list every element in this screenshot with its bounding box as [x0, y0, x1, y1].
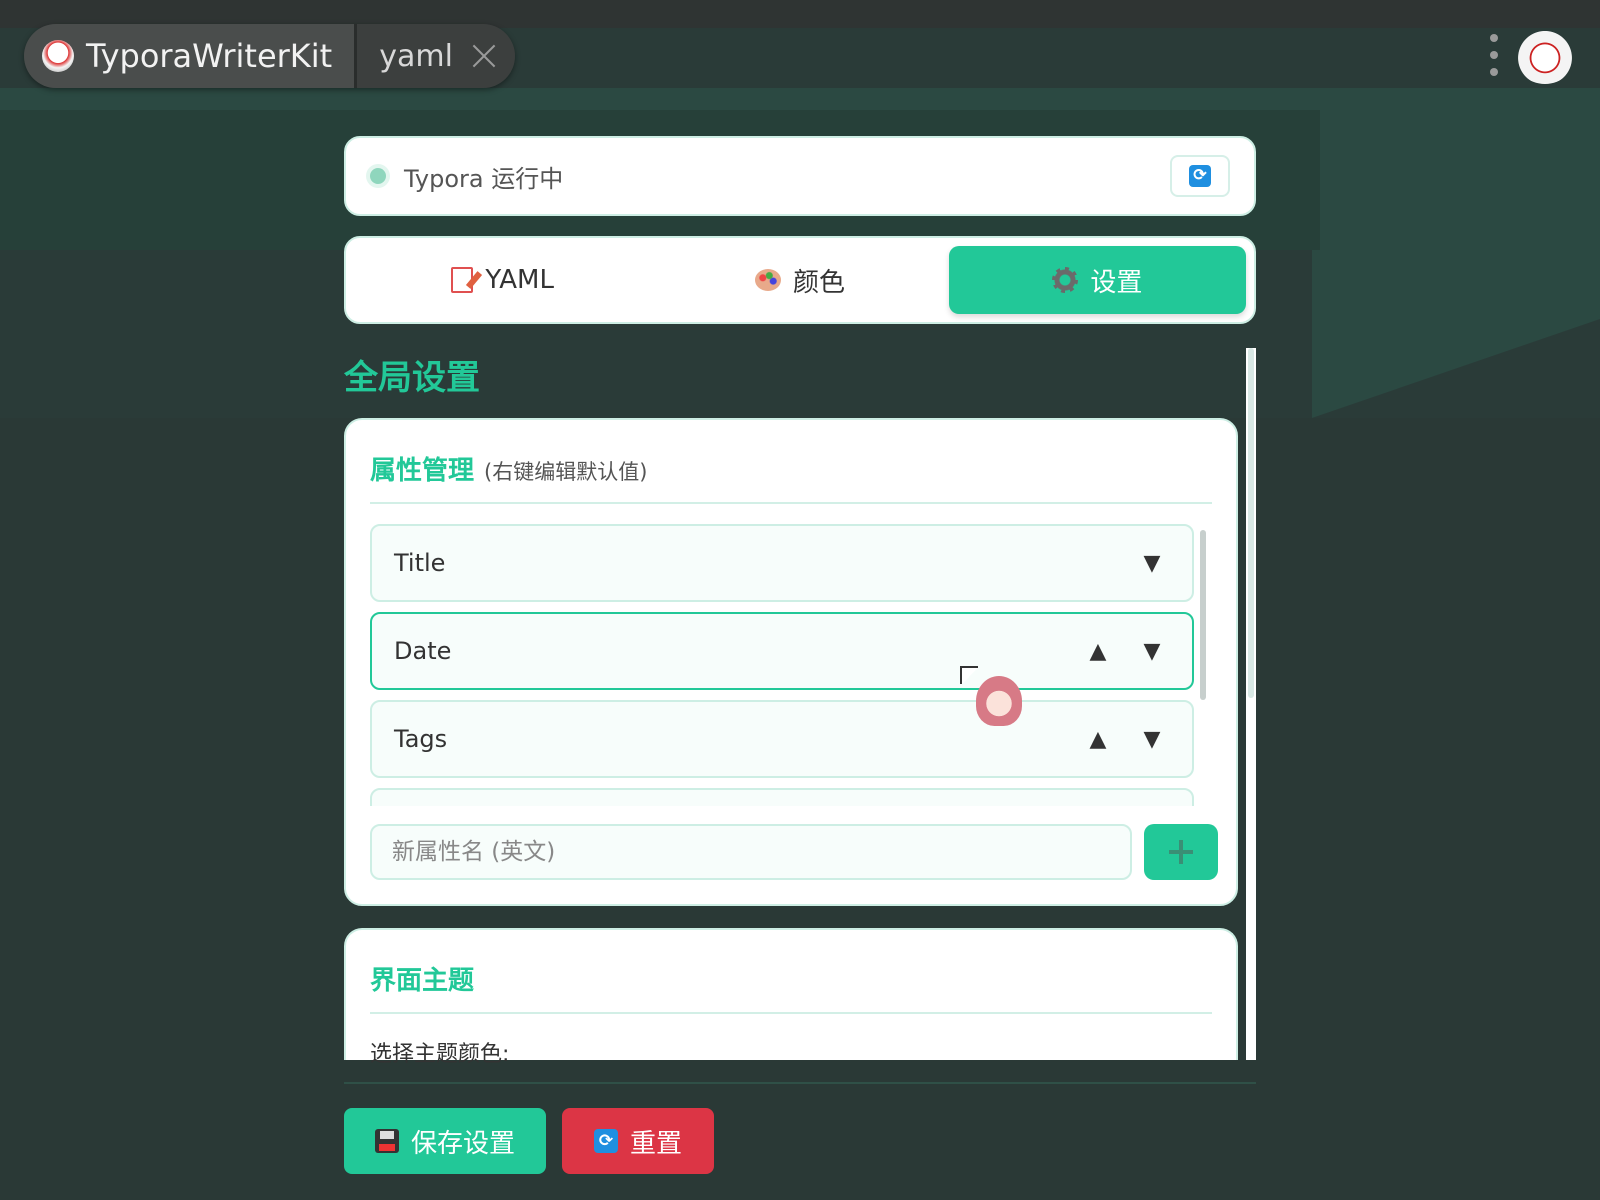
refresh-icon: ⟳	[593, 1129, 618, 1153]
status-card: Typora 运行中 ⟳	[344, 136, 1256, 216]
tab-settings[interactable]: 设置	[948, 246, 1246, 314]
property-name: Date	[394, 637, 452, 665]
document-tab[interactable]: yaml	[354, 24, 515, 88]
avatar[interactable]	[1514, 26, 1576, 84]
mouse-cursor-icon	[960, 666, 978, 684]
divider	[370, 1012, 1212, 1014]
refresh-icon: ⟳	[1189, 165, 1211, 187]
panel-title: 属性管理	[370, 456, 475, 486]
move-down-button[interactable]: ▼	[1134, 551, 1170, 576]
section-title: 全局设置	[344, 358, 480, 398]
app-title: TyporaWriterKit	[86, 37, 333, 75]
tab-label: 设置	[1090, 267, 1143, 298]
list-scrollbar[interactable]	[1200, 530, 1206, 700]
list-item[interactable]: Title ▼	[370, 524, 1194, 602]
panel-hint: (右键编辑默认值)	[484, 460, 648, 484]
panel-header: 界面主题	[370, 960, 474, 997]
main-tabs: YAML 颜色 设置	[344, 236, 1256, 324]
theme-panel: 界面主题 选择主题颜色:	[344, 928, 1238, 1067]
list-item[interactable]: Tags ▲ ▼	[370, 700, 1194, 778]
tab-yaml[interactable]: YAML	[354, 246, 651, 314]
tab-label: 颜色	[792, 267, 845, 298]
properties-panel: 属性管理 (右键编辑默认值) Title ▼ Date ▲ ▼ Tags ▲ ▼	[344, 418, 1238, 906]
content-scrollbar[interactable]	[1246, 348, 1256, 1060]
property-name: Title	[394, 549, 446, 577]
panel-header: 属性管理 (右键编辑默认值)	[370, 450, 647, 487]
document-tab-label: yaml	[379, 38, 453, 74]
close-icon[interactable]	[471, 43, 497, 69]
panel-title: 界面主题	[370, 966, 475, 996]
save-settings-button[interactable]: 保存设置	[344, 1108, 546, 1174]
pencil-memo-icon	[451, 267, 474, 293]
status-text: Typora 运行中	[404, 164, 564, 193]
list-item[interactable]: Date ▲ ▼	[370, 612, 1194, 690]
footer-divider	[344, 1082, 1256, 1084]
more-menu-icon[interactable]	[1488, 34, 1500, 76]
add-property-row	[370, 824, 1218, 880]
plus-icon	[1169, 840, 1193, 864]
tab-colors[interactable]: 颜色	[651, 246, 948, 314]
list-item[interactable]	[370, 788, 1194, 806]
property-name: Tags	[394, 725, 448, 753]
move-up-button[interactable]: ▲	[1080, 727, 1116, 752]
new-property-input[interactable]	[370, 824, 1132, 880]
move-up-button[interactable]: ▲	[1080, 639, 1116, 664]
reset-label: 重置	[629, 1128, 682, 1159]
window-tabbar: TyporaWriterKit yaml	[24, 24, 515, 88]
tab-label: YAML	[485, 265, 554, 295]
refresh-button[interactable]: ⟳	[1170, 155, 1230, 197]
move-down-button[interactable]: ▼	[1134, 727, 1170, 752]
property-list: Title ▼ Date ▲ ▼ Tags ▲ ▼	[370, 524, 1194, 806]
status-indicator-icon	[370, 168, 386, 184]
move-down-button[interactable]: ▼	[1134, 639, 1170, 664]
save-label: 保存设置	[410, 1128, 515, 1159]
app-logo-icon	[42, 40, 74, 72]
add-property-button[interactable]	[1144, 824, 1218, 880]
floppy-disk-icon	[374, 1129, 399, 1153]
mascot-sprite-icon	[976, 676, 1022, 726]
reset-button[interactable]: ⟳ 重置	[562, 1108, 714, 1174]
gear-icon	[1052, 267, 1079, 293]
divider	[370, 502, 1212, 504]
app-tab[interactable]: TyporaWriterKit	[24, 24, 355, 88]
palette-icon	[754, 269, 781, 291]
theme-color-label: 选择主题颜色:	[370, 1042, 510, 1067]
